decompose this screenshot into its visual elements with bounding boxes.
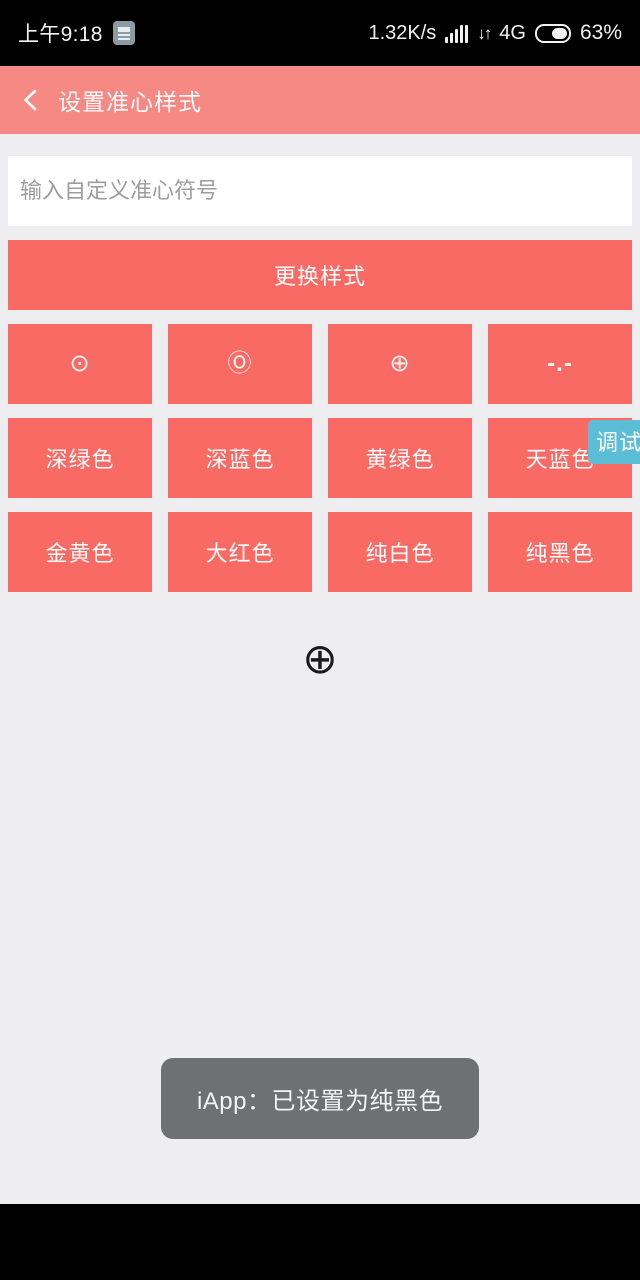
network-type-label: 4G [499, 21, 526, 44]
symbol-style-row: ⊙ Ⓞ ⊕ -.- [8, 324, 632, 404]
status-bar-right: 1.32K/s ↓↑ 4G 63% [368, 21, 622, 45]
note-icon [112, 21, 135, 45]
color-pure-black-button[interactable]: 纯黑色 [488, 512, 632, 592]
color-row-2: 金黄色 大红色 纯白色 纯黑色 [8, 512, 632, 592]
back-chevron-icon[interactable] [18, 87, 44, 113]
page-title: 设置准心样式 [58, 89, 202, 115]
symbol-circled-dot-button[interactable]: ⊙ [8, 324, 152, 404]
symbol-circled-plus-glyph: ⊕ [389, 350, 411, 377]
app-title-bar: 设置准心样式 [0, 66, 640, 134]
crosshair-circled-plus-icon: ⊕ [302, 634, 338, 683]
color-dark-green-button[interactable]: 深绿色 [8, 418, 152, 498]
color-bright-red-button[interactable]: 大红色 [168, 512, 312, 592]
toast-message: iApp：已设置为纯黑色 [160, 1058, 480, 1139]
toast-container: iApp：已设置为纯黑色 [0, 1058, 640, 1139]
debug-floating-badge[interactable]: 调试 [588, 420, 640, 464]
status-clock: 上午9:18 [18, 23, 103, 46]
symbol-dash-dot-dash-glyph: -.- [547, 350, 573, 377]
battery-percent-label: 63% [579, 21, 622, 44]
symbol-circled-plus-button[interactable]: ⊕ [328, 324, 472, 404]
network-speed-text: 1.32K/s [368, 21, 437, 44]
color-yellow-green-button[interactable]: 黄绿色 [328, 418, 472, 498]
symbol-circled-o-glyph: Ⓞ [227, 350, 253, 377]
change-style-button[interactable]: 更换样式 [8, 240, 632, 310]
status-bar-left: 上午9:18 [18, 18, 135, 48]
color-dark-blue-button[interactable]: 深蓝色 [168, 418, 312, 498]
custom-crosshair-symbol-input[interactable] [8, 156, 632, 226]
battery-icon [534, 23, 571, 43]
signal-bars-icon [445, 24, 469, 43]
data-updown-icon: ↓↑ [477, 23, 492, 43]
symbol-dash-dot-dash-button[interactable]: -.- [488, 324, 632, 404]
status-bar: 上午9:18 1.32K/s ↓↑ 4G 63% [0, 0, 640, 66]
symbol-circled-o-button[interactable]: Ⓞ [168, 324, 312, 404]
crosshair-preview: ⊕ [0, 638, 640, 680]
color-pure-white-button[interactable]: 纯白色 [328, 512, 472, 592]
color-golden-yellow-button[interactable]: 金黄色 [8, 512, 152, 592]
symbol-circled-dot-glyph: ⊙ [69, 350, 91, 377]
color-row-1: 深绿色 深蓝色 黄绿色 天蓝色 [8, 418, 632, 498]
system-navigation-bar [0, 1204, 640, 1280]
